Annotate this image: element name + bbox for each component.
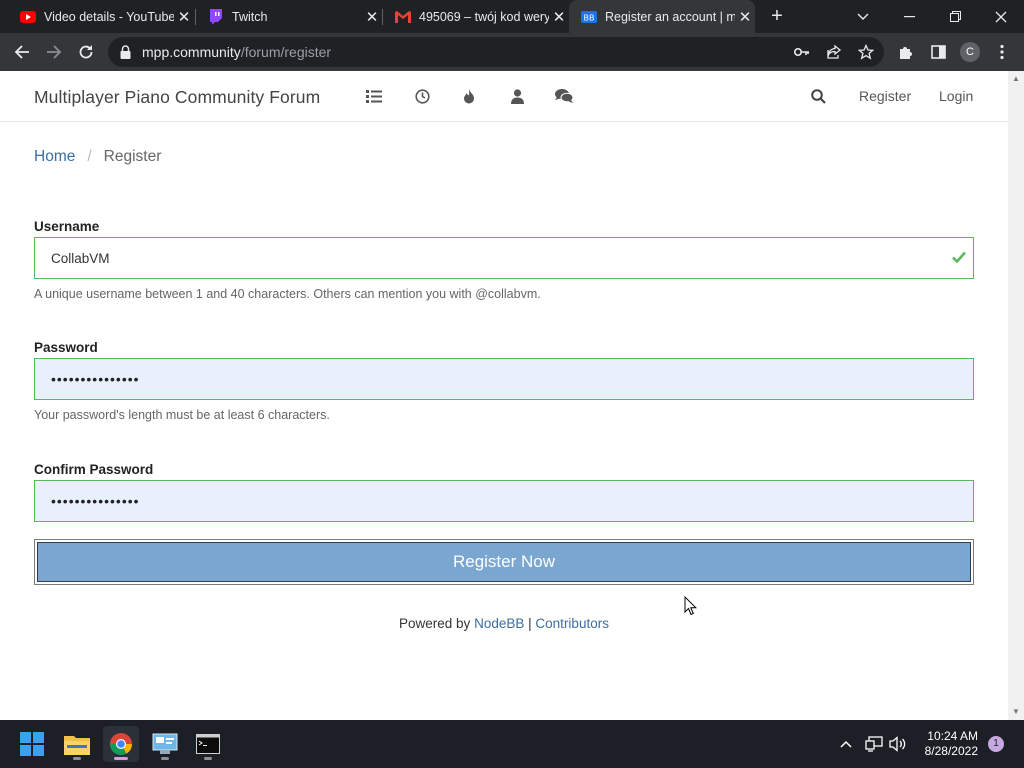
page-footer: Powered by NodeBB | Contributors xyxy=(0,616,1008,631)
control-panel-icon[interactable] xyxy=(147,726,183,762)
nav-login-link[interactable]: Login xyxy=(939,88,973,104)
groups-chat-icon[interactable] xyxy=(554,86,574,106)
breadcrumb-current: Register xyxy=(103,148,162,165)
tab-title: Twitch xyxy=(232,9,268,24)
page-scrollbar[interactable]: ▲ ▼ xyxy=(1008,71,1024,720)
volume-speaker-icon[interactable] xyxy=(888,720,908,768)
url-host: mpp.community xyxy=(142,44,241,60)
search-icon[interactable] xyxy=(808,86,828,106)
notification-badge[interactable]: 1 xyxy=(988,736,1004,752)
nav-register-link[interactable]: Register xyxy=(859,88,911,104)
breadcrumb-home-link[interactable]: Home xyxy=(34,148,75,166)
nodebb-link[interactable]: NodeBB xyxy=(474,616,524,631)
windows-taskbar: 10:24 AM 8/28/2022 1 xyxy=(0,720,1024,768)
chrome-icon[interactable] xyxy=(103,726,139,762)
minimize-icon[interactable] xyxy=(886,0,932,33)
tab-title: 495069 – twój kod weryfikacyjny xyxy=(419,9,549,24)
key-icon[interactable] xyxy=(790,40,814,64)
show-hidden-icons-chevron-icon[interactable] xyxy=(836,720,856,768)
reload-icon[interactable] xyxy=(72,38,100,66)
nodebb-icon: BB xyxy=(581,9,597,25)
tab-youtube-studio[interactable]: Video details - YouTube Studio ✕ xyxy=(8,0,194,33)
svg-text:BB: BB xyxy=(584,13,595,22)
system-clock[interactable]: 10:24 AM 8/28/2022 xyxy=(925,729,978,759)
close-tab-icon[interactable]: ✕ xyxy=(549,8,569,26)
username-label: Username xyxy=(34,219,100,234)
confirm-password-masked-value: ••••••••••••••• xyxy=(51,493,140,509)
extensions-puzzle-icon[interactable] xyxy=(892,38,920,66)
tab-search-icon[interactable] xyxy=(840,0,886,33)
username-value: CollabVM xyxy=(51,250,110,266)
url-text: mpp.community/forum/register xyxy=(142,44,331,60)
clock-date: 8/28/2022 xyxy=(924,744,978,758)
twitch-icon xyxy=(208,8,224,25)
recent-clock-icon[interactable] xyxy=(412,86,432,106)
share-icon[interactable] xyxy=(822,40,846,64)
gmail-icon xyxy=(395,9,411,25)
url-path: /forum/register xyxy=(240,44,332,60)
address-bar[interactable]: mpp.community/forum/register xyxy=(108,37,884,67)
running-indicator xyxy=(73,757,81,760)
youtube-icon xyxy=(20,9,36,25)
valid-check-icon xyxy=(951,249,967,265)
scroll-up-arrow-icon[interactable]: ▲ xyxy=(1012,75,1020,83)
confirm-password-label: Confirm Password xyxy=(34,462,154,477)
file-explorer-icon[interactable] xyxy=(59,726,95,762)
side-panel-icon[interactable] xyxy=(924,38,952,66)
tab-gmail[interactable]: 495069 – twój kod weryfikacyjny ✕ xyxy=(383,0,569,33)
lock-icon[interactable] xyxy=(120,44,134,60)
register-now-label: Register Now xyxy=(37,542,971,582)
browser-toolbar: mpp.community/forum/register C xyxy=(0,33,1024,71)
site-brand[interactable]: Multiplayer Piano Community Forum xyxy=(34,87,320,108)
bookmark-star-icon[interactable] xyxy=(854,40,878,64)
tab-title: Video details - YouTube Studio xyxy=(44,9,174,24)
running-indicator xyxy=(204,757,212,760)
back-arrow-icon[interactable] xyxy=(8,38,36,66)
password-input[interactable]: ••••••••••••••• xyxy=(34,358,974,400)
users-person-icon[interactable] xyxy=(507,86,527,106)
password-help-text: Your password's length must be at least … xyxy=(34,408,330,422)
confirm-password-input[interactable]: ••••••••••••••• xyxy=(34,480,974,522)
close-tab-icon[interactable]: ✕ xyxy=(735,8,755,26)
username-input[interactable]: CollabVM xyxy=(34,237,974,279)
register-now-button[interactable]: Register Now xyxy=(34,539,974,585)
popular-fire-icon[interactable] xyxy=(459,86,479,106)
password-masked-value: ••••••••••••••• xyxy=(51,371,140,387)
powered-by-text: Powered by xyxy=(399,616,471,631)
browser-tab-strip: Video details - YouTube Studio ✕ Twitch … xyxy=(0,0,1024,33)
forward-arrow-icon[interactable] xyxy=(40,38,68,66)
restore-icon[interactable] xyxy=(932,0,978,33)
close-window-icon[interactable] xyxy=(978,0,1024,33)
terminal-icon[interactable] xyxy=(190,726,226,762)
address-bar-actions xyxy=(790,37,878,67)
clock-time: 10:24 AM xyxy=(927,729,978,743)
footer-divider: | xyxy=(528,616,532,631)
profile-initial: C xyxy=(960,42,980,62)
profile-avatar[interactable]: C xyxy=(956,38,984,66)
web-page: Multiplayer Piano Community Forum Regist… xyxy=(0,71,1008,720)
tab-register-account[interactable]: BB Register an account | mpp.community ✕ xyxy=(569,0,755,33)
breadcrumb-separator: / xyxy=(87,148,92,165)
running-indicator xyxy=(114,757,128,760)
contributors-link[interactable]: Contributors xyxy=(535,616,609,631)
network-icon[interactable] xyxy=(864,720,884,768)
running-indicator xyxy=(161,757,169,760)
start-windows-icon[interactable] xyxy=(14,726,50,762)
close-tab-icon[interactable]: ✕ xyxy=(174,8,194,26)
tab-twitch[interactable]: Twitch ✕ xyxy=(196,0,382,33)
tab-title: Register an account | mpp.community xyxy=(605,9,735,24)
breadcrumb: Home / Register xyxy=(34,148,161,166)
kebab-menu-icon[interactable] xyxy=(988,38,1016,66)
password-label: Password xyxy=(34,340,98,355)
scroll-down-arrow-icon[interactable]: ▼ xyxy=(1012,708,1020,716)
categories-list-icon[interactable] xyxy=(364,86,384,106)
username-help-text: A unique username between 1 and 40 chara… xyxy=(34,287,541,301)
close-tab-icon[interactable]: ✕ xyxy=(362,8,382,26)
site-navbar: Multiplayer Piano Community Forum Regist… xyxy=(0,71,1008,122)
new-tab-icon[interactable]: + xyxy=(766,4,788,28)
mouse-cursor-icon xyxy=(684,596,698,616)
